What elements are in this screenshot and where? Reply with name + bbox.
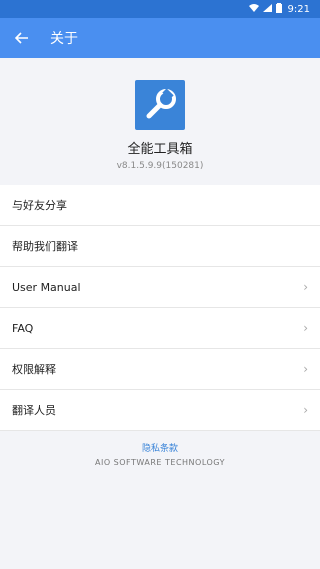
- list-item-faq[interactable]: FAQ ›: [0, 308, 320, 349]
- list-item-translators[interactable]: 翻译人员 ›: [0, 390, 320, 431]
- back-arrow-icon[interactable]: [12, 28, 32, 48]
- app-info-header: 全能工具箱 v8.1.5.9.9(150281): [0, 58, 320, 185]
- chevron-right-icon: ›: [303, 321, 308, 335]
- wifi-icon: [248, 3, 259, 15]
- wrench-icon: [135, 80, 185, 130]
- signal-icon: [262, 3, 272, 15]
- battery-icon: [275, 2, 282, 16]
- app-version: v8.1.5.9.9(150281): [116, 161, 204, 171]
- list-item-share[interactable]: 与好友分享: [0, 185, 320, 226]
- list-item-permissions[interactable]: 权限解释 ›: [0, 349, 320, 390]
- company-name: AIO SOFTWARE TECHNOLOGY: [95, 458, 225, 467]
- status-icons: [248, 2, 282, 16]
- list-item-label: 与好友分享: [12, 199, 67, 212]
- list-item-label: User Manual: [12, 280, 81, 294]
- list-item-label: 帮助我们翻译: [12, 240, 78, 253]
- chevron-right-icon: ›: [303, 280, 308, 294]
- list-item-help-translate[interactable]: 帮助我们翻译: [0, 226, 320, 267]
- privacy-policy-link[interactable]: 隐私条款: [0, 441, 320, 454]
- settings-list: 与好友分享 帮助我们翻译 User Manual › FAQ › 权限解释 › …: [0, 185, 320, 431]
- list-item-label: 翻译人员: [12, 404, 56, 417]
- page-title: 关于: [50, 31, 78, 47]
- list-item-user-manual[interactable]: User Manual ›: [0, 267, 320, 308]
- status-bar: 9:21: [0, 0, 320, 18]
- app-bar: 关于: [0, 18, 320, 58]
- list-item-label: FAQ: [12, 321, 34, 335]
- list-item-label: 权限解释: [12, 363, 56, 376]
- footer: 隐私条款 AIO SOFTWARE TECHNOLOGY: [0, 431, 320, 467]
- chevron-right-icon: ›: [303, 362, 308, 376]
- status-time: 9:21: [287, 3, 310, 15]
- app-name: 全能工具箱: [127, 142, 193, 157]
- chevron-right-icon: ›: [303, 403, 308, 417]
